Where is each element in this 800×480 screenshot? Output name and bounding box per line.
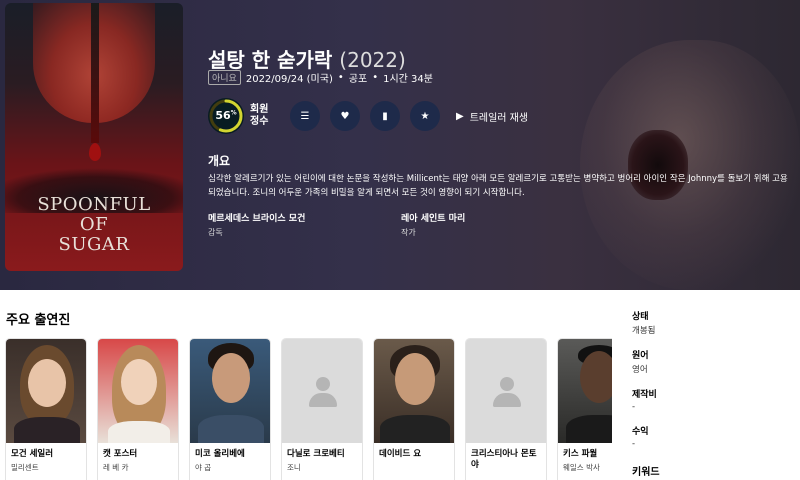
cast-list[interactable]: 모건 세일러 밀리센트 캣 포스터 레 베 카 미코 올리베에 야 곱 다닐로 … — [5, 338, 612, 480]
crew-role: 감독 — [208, 228, 223, 237]
person-icon — [316, 377, 330, 391]
crew-name[interactable]: 레아 세인트 마리 — [401, 211, 465, 224]
movie-title: 설탕 한 숟가락 (2022) — [208, 44, 406, 73]
overview-heading: 개요 — [208, 154, 231, 168]
genre-link[interactable]: 공포 — [349, 70, 367, 85]
play-icon: ▶ — [456, 110, 464, 122]
star-icon: ★ — [420, 110, 430, 122]
add-to-list-button[interactable]: ☰ — [290, 101, 320, 131]
poster-dropper-art — [91, 3, 99, 143]
bookmark-icon: ▮ — [382, 110, 388, 122]
fact-value: - — [632, 439, 636, 449]
fact-budget: 제작비 - — [632, 387, 792, 412]
crew-role: 작가 — [401, 228, 416, 237]
movie-facts: 아니요 2022/09/24 (미국) • 공포 • 1시간 34분 — [208, 70, 433, 85]
separator-dot: • — [372, 72, 379, 83]
fact-revenue: 수익 - — [632, 424, 792, 449]
favorite-button[interactable]: ♥ — [330, 101, 360, 131]
fact-status: 상태 개봉됨 — [632, 309, 792, 336]
poster-title-text: SPOONFUL OF SUGAR — [37, 194, 151, 255]
certification-badge: 아니요 — [208, 70, 241, 85]
cast-name[interactable]: 캣 포스터 — [98, 443, 178, 460]
cast-card[interactable]: 모건 세일러 밀리센트 — [5, 338, 87, 480]
cast-card[interactable]: 데이비드 요 — [373, 338, 455, 480]
overview-text: 심각한 알레르기가 있는 어린이에 대한 논문을 작성하는 Millicent는… — [208, 174, 788, 198]
trailer-label: 트레일러 재생 — [469, 112, 529, 124]
cast-character: 웨일스 박사 — [563, 463, 600, 472]
fact-label: 제작비 — [632, 390, 657, 400]
cast-name[interactable]: 키스 파월 — [558, 443, 612, 460]
separator-dot: • — [337, 72, 344, 83]
facts-sidebar: 상태 개봉됨 원어 영어 제작비 - 수익 - 키워드 — [632, 309, 792, 480]
backdrop-image — [580, 40, 800, 290]
play-trailer-button[interactable]: ▶ 트레일러 재생 — [456, 109, 528, 124]
cast-name[interactable]: 모건 세일러 — [6, 443, 86, 460]
fact-value: - — [632, 402, 636, 412]
crew-member: 메르세데스 브라이스 모건 감독 — [208, 211, 305, 238]
cast-photo[interactable] — [6, 339, 86, 443]
person-icon-body — [493, 393, 521, 407]
fact-label: 상태 — [632, 312, 649, 322]
score-label: 회원 정수 — [250, 104, 269, 127]
watchlist-button[interactable]: ▮ — [370, 101, 400, 131]
cast-photo[interactable] — [374, 339, 454, 443]
movie-year: (2022) — [339, 48, 406, 72]
action-bar: 56% 회원 정수 ☰ ♥ ▮ ★ ▶ 트레일러 재생 — [208, 98, 528, 134]
score-value: 56% — [215, 109, 237, 122]
fact-value: 개봉됨 — [632, 326, 656, 336]
cast-card[interactable]: 미코 올리베에 야 곱 — [189, 338, 271, 480]
movie-header: SPOONFUL OF SUGAR 설탕 한 숟가락 (2022) 아니요 2022… — [0, 0, 800, 290]
cast-heading: 주요 출연진 — [6, 313, 71, 328]
fact-original-language: 원어 영어 — [632, 348, 792, 375]
cast-name[interactable]: 크리스티아나 몬토야 — [466, 443, 546, 471]
cast-photo-placeholder[interactable] — [282, 339, 362, 443]
release-date: 2022/09/24 (미국) — [245, 74, 333, 85]
user-score-chart[interactable]: 56% — [208, 98, 244, 134]
keywords-section: 키워드 — [632, 463, 792, 478]
cast-name[interactable]: 데이비드 요 — [374, 443, 454, 460]
cast-card[interactable]: 캣 포스터 레 베 카 — [97, 338, 179, 480]
fact-label: 원어 — [632, 351, 649, 361]
cast-character: 레 베 카 — [103, 463, 129, 472]
cast-photo-placeholder[interactable] — [466, 339, 546, 443]
crew-member: 레아 세인트 마리 작가 — [401, 211, 465, 238]
movie-title-text[interactable]: 설탕 한 숟가락 — [208, 48, 332, 72]
list-icon: ☰ — [300, 110, 310, 122]
cast-name[interactable]: 미코 올리베에 — [190, 443, 270, 460]
fact-value: 영어 — [632, 365, 648, 375]
cast-character — [374, 460, 454, 462]
cast-character: 밀리센트 — [11, 463, 39, 472]
cast-photo[interactable] — [190, 339, 270, 443]
movie-poster[interactable]: SPOONFUL OF SUGAR — [5, 3, 183, 271]
cast-card[interactable]: 키스 파월 웨일스 박사 — [557, 338, 612, 480]
heart-icon: ♥ — [340, 110, 350, 122]
cast-card[interactable]: 크리스티아나 몬토야 — [465, 338, 547, 480]
person-icon-body — [309, 393, 337, 407]
cast-character: 야 곱 — [195, 463, 212, 472]
fact-label: 수익 — [632, 427, 649, 437]
cast-character — [466, 471, 546, 473]
keywords-heading: 키워드 — [632, 467, 660, 478]
runtime: 1시간 34분 — [383, 74, 433, 85]
person-icon — [500, 377, 514, 391]
cast-photo[interactable] — [98, 339, 178, 443]
crew-name[interactable]: 메르세데스 브라이스 모건 — [208, 211, 305, 224]
cast-card[interactable]: 다닐로 크로베티 조니 — [281, 338, 363, 480]
rate-button[interactable]: ★ — [410, 101, 440, 131]
cast-character: 조니 — [287, 463, 301, 472]
cast-name[interactable]: 다닐로 크로베티 — [282, 443, 362, 460]
cast-photo[interactable] — [558, 339, 612, 443]
